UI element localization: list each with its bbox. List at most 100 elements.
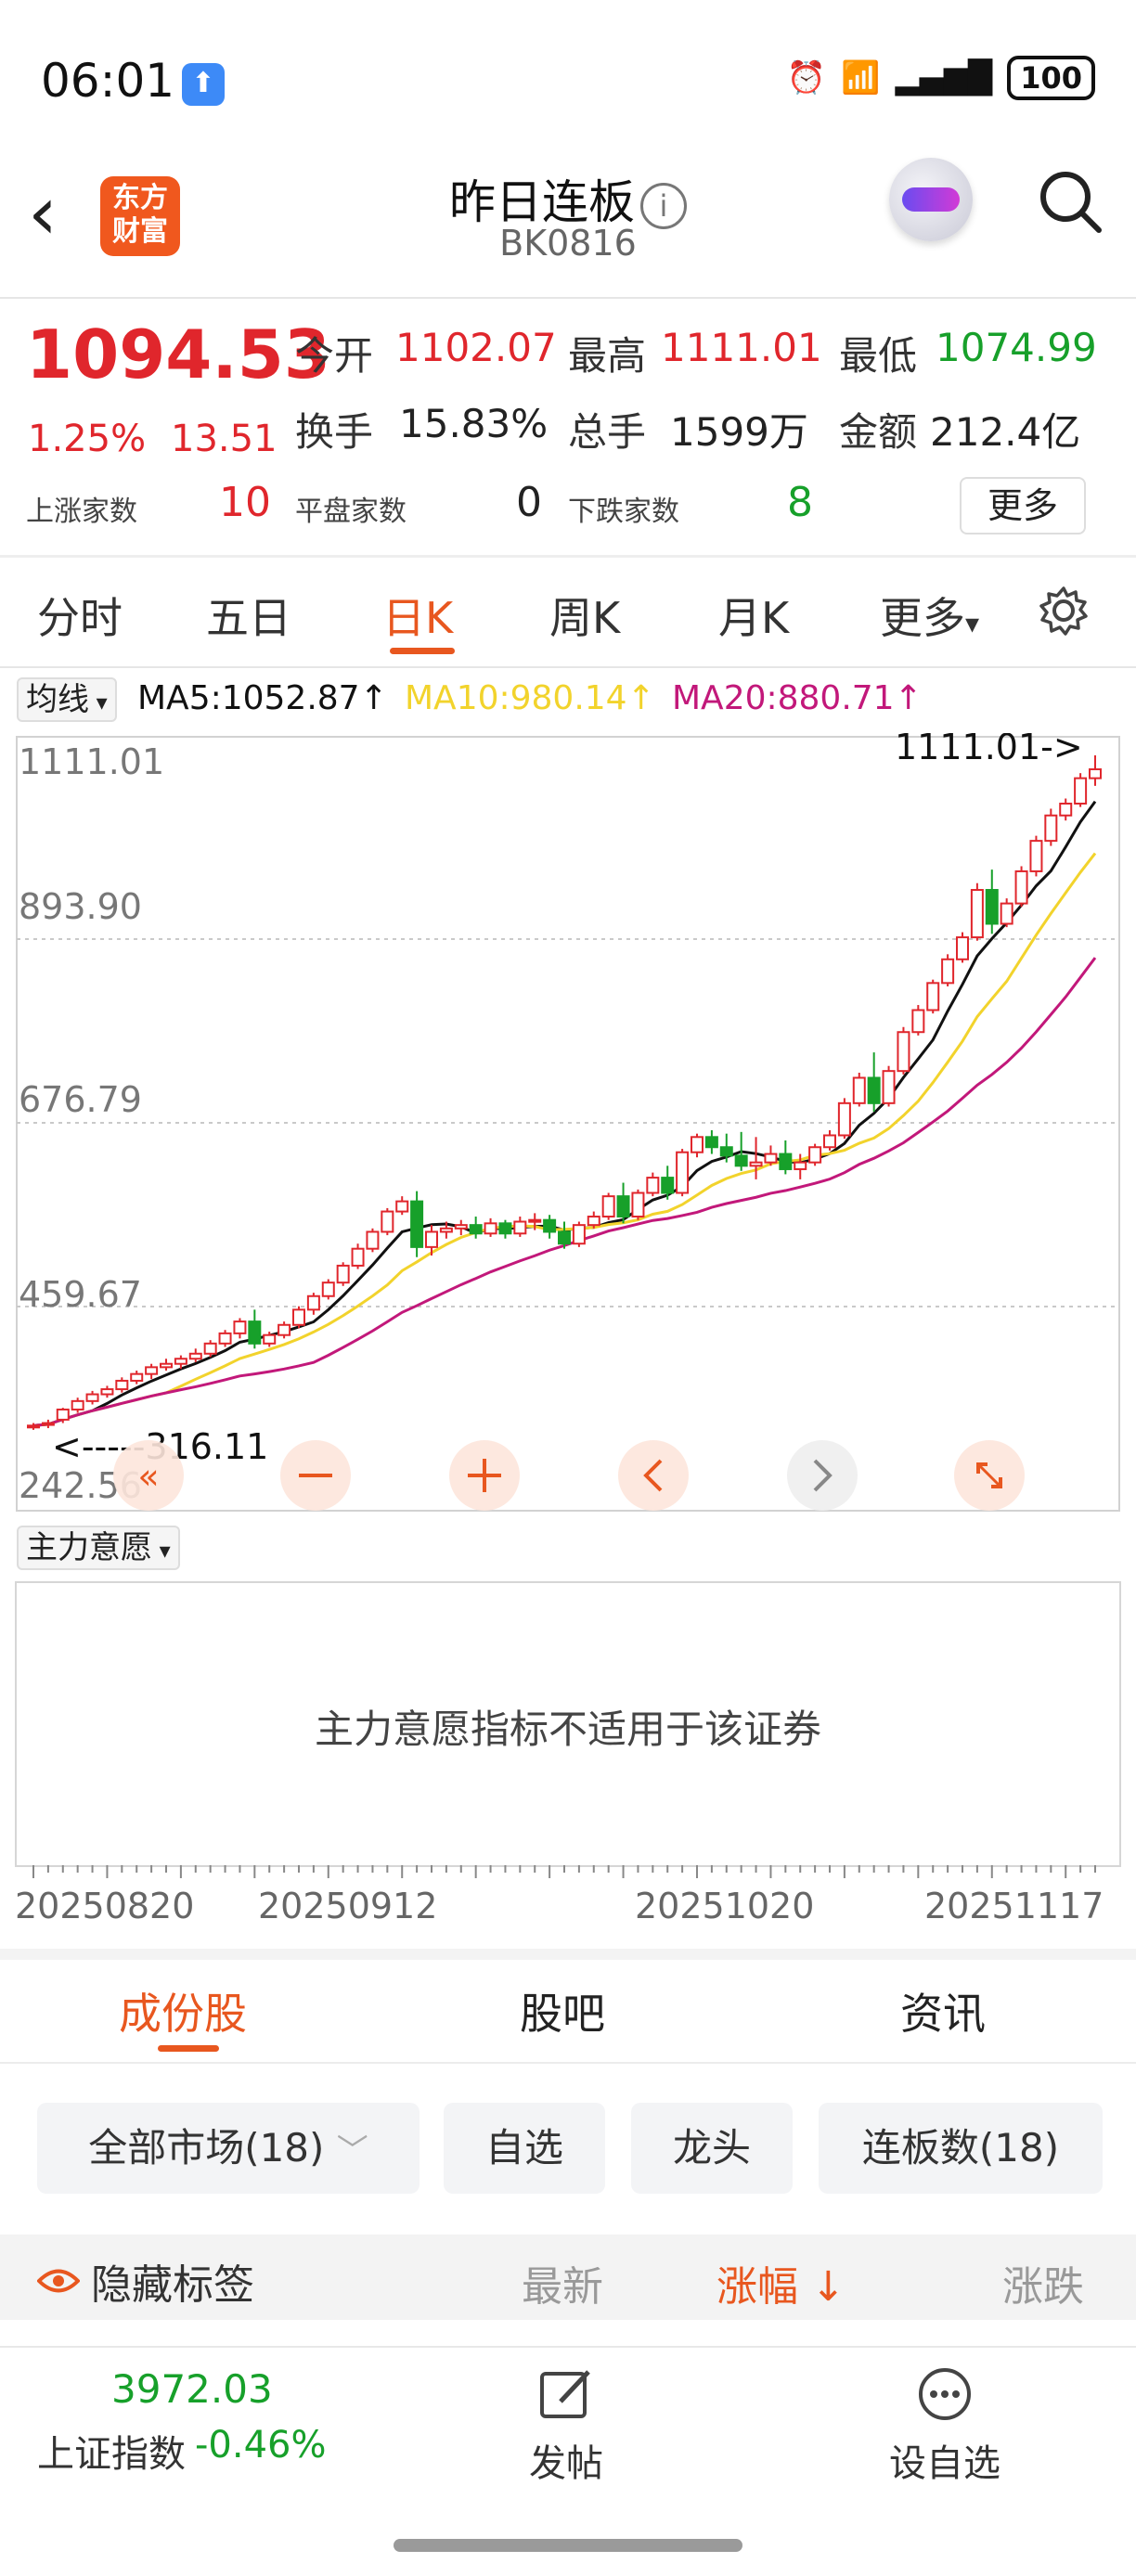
candle-body bbox=[188, 1352, 202, 1360]
info-icon[interactable]: i bbox=[640, 182, 687, 229]
candle-body bbox=[381, 1210, 394, 1233]
low-label: 最低 bbox=[839, 333, 918, 379]
tab-stock-forum[interactable]: 股吧 bbox=[520, 1980, 605, 2041]
tab-five-day[interactable]: 五日 bbox=[206, 585, 291, 646]
tab-constituents[interactable]: 成份股 bbox=[119, 1980, 247, 2041]
candle-body bbox=[779, 1153, 793, 1170]
max-annotation: 1111.01-> bbox=[895, 733, 1083, 767]
candle-body bbox=[454, 1224, 468, 1230]
ma20-value: MA20:880.71↑ bbox=[672, 679, 923, 717]
chevron-down-icon: ▾ bbox=[965, 608, 980, 640]
candle-body bbox=[646, 1177, 660, 1194]
candle-body bbox=[306, 1294, 320, 1311]
streak-filter-chip[interactable]: 连板数(18) bbox=[819, 2103, 1103, 2194]
candle-body bbox=[631, 1191, 645, 1218]
candle-body bbox=[794, 1161, 807, 1170]
indicator-select[interactable]: 主力意愿 ▾ bbox=[17, 1526, 180, 1570]
col-change[interactable]: 涨跌 bbox=[1002, 2253, 1084, 2312]
post-label: 发帖 bbox=[529, 2442, 603, 2485]
market-filter-chip[interactable]: 全部市场(18) ﹀ bbox=[37, 2103, 420, 2194]
high-value: 1111.01 bbox=[661, 325, 822, 370]
open-label: 今开 bbox=[295, 333, 374, 379]
tab-monthly-k[interactable]: 月K bbox=[718, 585, 789, 646]
gear-icon[interactable] bbox=[1036, 583, 1091, 638]
tab-news[interactable]: 资讯 bbox=[900, 1980, 986, 2041]
col-latest[interactable]: 最新 bbox=[522, 2253, 603, 2312]
candle-body bbox=[897, 1031, 910, 1073]
candle-body bbox=[439, 1227, 453, 1233]
candle-body bbox=[558, 1230, 571, 1245]
post-button[interactable]: 发帖 bbox=[473, 2364, 659, 2487]
more-button[interactable]: 更多 bbox=[960, 477, 1086, 535]
candle-body bbox=[351, 1247, 365, 1267]
ma-select-label: 均线 bbox=[26, 681, 89, 718]
assistant-robot-icon[interactable] bbox=[889, 158, 973, 241]
kline-chart[interactable]: 1111.01 893.90 676.79 459.67 242.56 1111… bbox=[0, 733, 1136, 1513]
scroll-left-button[interactable] bbox=[618, 1440, 689, 1511]
watchlist-filter-chip[interactable]: 自选 bbox=[444, 2103, 605, 2194]
candle-body bbox=[71, 1399, 84, 1410]
candle-body bbox=[601, 1195, 615, 1218]
scroll-right-button[interactable] bbox=[787, 1440, 858, 1511]
ma-select[interactable]: 均线 ▾ bbox=[17, 677, 117, 722]
index-name[interactable]: 上证指数 bbox=[37, 2424, 186, 2478]
candle-body bbox=[543, 1218, 557, 1233]
tab-more-label: 更多 bbox=[880, 593, 965, 643]
leader-filter-chip[interactable]: 龙头 bbox=[631, 2103, 793, 2194]
fullscreen-button[interactable] bbox=[954, 1440, 1025, 1511]
edit-icon bbox=[540, 2370, 590, 2418]
add-watchlist-button[interactable]: 设自选 bbox=[852, 2364, 1038, 2487]
hide-tags-toggle[interactable]: 隐藏标签 bbox=[37, 2251, 254, 2311]
add-watchlist-label: 设自选 bbox=[889, 2442, 1000, 2485]
candle-body bbox=[292, 1308, 305, 1326]
candle-body bbox=[985, 889, 999, 925]
candle-body bbox=[174, 1358, 187, 1365]
tab-daily-k[interactable]: 日K bbox=[382, 585, 453, 646]
candle-body bbox=[263, 1333, 277, 1345]
candle-body bbox=[321, 1282, 335, 1297]
chevron-down-icon: ﹀ bbox=[336, 2132, 368, 2170]
scroll-left-fast-button[interactable]: « bbox=[113, 1440, 184, 1511]
candle-body bbox=[425, 1230, 438, 1248]
flat-count-label: 平盘家数 bbox=[295, 496, 407, 528]
indicator-message: 主力意愿指标不适用于该证券 bbox=[314, 1707, 821, 1752]
candle-body bbox=[661, 1177, 675, 1194]
signal-icon: ▂▄▆█ bbox=[895, 59, 993, 97]
up-count: 10 bbox=[219, 479, 271, 526]
candle-body bbox=[115, 1379, 129, 1391]
down-count: 8 bbox=[787, 479, 813, 526]
y-tick-label: 676.79 bbox=[19, 1079, 142, 1120]
tab-intraday[interactable]: 分时 bbox=[37, 585, 123, 646]
date-tick-label: 20251020 bbox=[635, 1886, 815, 1926]
candle-body bbox=[218, 1332, 232, 1345]
candle-body bbox=[808, 1146, 822, 1164]
candle-body bbox=[764, 1153, 778, 1164]
candle-body bbox=[1059, 802, 1073, 817]
title-text: 昨日连板 bbox=[449, 175, 635, 229]
ma5-value: MA5:1052.87↑ bbox=[137, 679, 388, 717]
alarm-icon: ⏰ bbox=[786, 59, 827, 97]
candle-body bbox=[676, 1151, 690, 1194]
more-dots-icon bbox=[919, 2368, 971, 2420]
candle-body bbox=[410, 1200, 424, 1248]
candle-body bbox=[852, 1076, 866, 1104]
eye-icon bbox=[37, 2269, 80, 2293]
index-change: -0.46% bbox=[195, 2424, 327, 2467]
search-icon[interactable] bbox=[1034, 165, 1108, 239]
col-pct-change[interactable]: 涨幅 ↓ bbox=[716, 2253, 846, 2312]
amount-value: 212.4亿 bbox=[930, 409, 1081, 455]
tab-more[interactable]: 更多▾ bbox=[880, 585, 979, 646]
zoom-in-button[interactable] bbox=[449, 1440, 520, 1511]
tab-weekly-k[interactable]: 周K bbox=[549, 585, 620, 646]
upload-icon: ⬆ bbox=[182, 63, 225, 106]
candle-body bbox=[469, 1224, 483, 1235]
candle-body bbox=[749, 1161, 763, 1167]
index-value[interactable]: 3972.03 bbox=[111, 2366, 273, 2412]
y-tick-label: 1111.01 bbox=[19, 741, 164, 782]
zoom-out-button[interactable] bbox=[280, 1440, 351, 1511]
volume-value: 1599万 bbox=[670, 409, 808, 455]
candle-body bbox=[867, 1076, 881, 1104]
home-indicator[interactable] bbox=[394, 2539, 742, 2552]
date-tick-label: 20250820 bbox=[15, 1886, 195, 1926]
candle-body bbox=[203, 1342, 217, 1355]
